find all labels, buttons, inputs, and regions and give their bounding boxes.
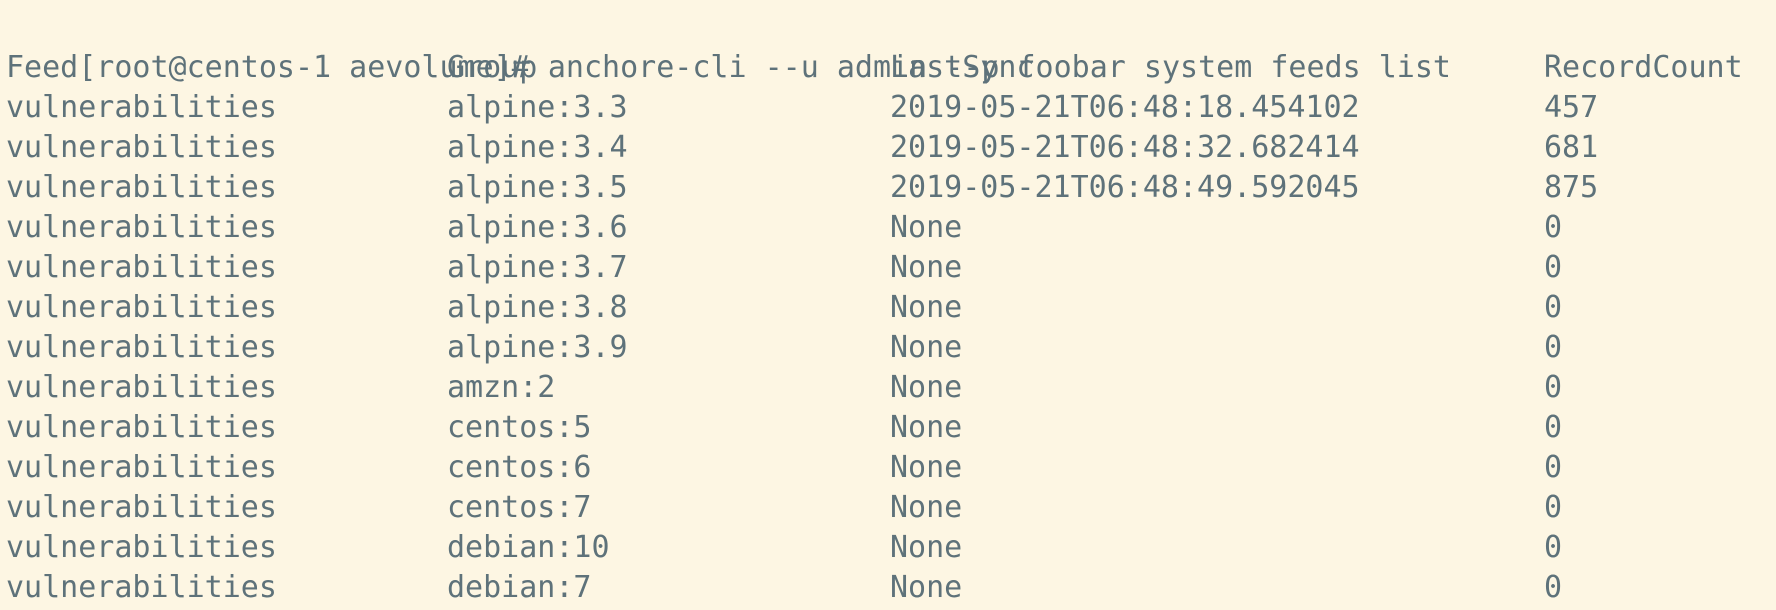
cell-recordcount: 0 xyxy=(1544,410,1563,445)
cell-group: centos:5 xyxy=(447,410,592,445)
table-row: vulnerabilities debian:10 None 0 xyxy=(6,528,1776,568)
cell-lastsync: None xyxy=(890,370,963,405)
table-row: vulnerabilities alpine:3.5 2019-05-21T06:4… xyxy=(6,168,1776,208)
table-row: vulnerabilities centos:6 None 0 xyxy=(6,448,1776,488)
header-feed: Feed xyxy=(6,50,79,85)
cell-lastsync: 2019-05-21T06:48:18.454102 xyxy=(890,90,1360,125)
table-row: vulnerabilities centos:5 None 0 xyxy=(6,408,1776,448)
table-row: vulnerabilities alpine:3.4 2019-05-21T06:4… xyxy=(6,128,1776,168)
table-row: vulnerabilities alpine:3.6 None 0 xyxy=(6,208,1776,248)
cell-feed: vulnerabilities xyxy=(6,570,277,605)
cell-group: centos:6 xyxy=(447,450,592,485)
cell-feed: vulnerabilities xyxy=(6,170,277,205)
cell-feed: vulnerabilities xyxy=(6,290,277,325)
table-body: vulnerabilities alpine:3.3 2019-05-21T06:4… xyxy=(6,88,1776,608)
header-lastsync: LastSync xyxy=(890,50,1035,85)
cell-feed: vulnerabilities xyxy=(6,90,277,125)
cell-lastsync: None xyxy=(890,490,963,525)
cell-feed: vulnerabilities xyxy=(6,210,277,245)
cell-lastsync: None xyxy=(890,210,963,245)
command-line: [root@centos-1 aevolume]# anchore-cli --… xyxy=(6,8,1776,85)
cell-feed: vulnerabilities xyxy=(6,330,277,365)
cell-group: debian:7 xyxy=(447,570,592,605)
table-row: vulnerabilities alpine:3.8 None 0 xyxy=(6,288,1776,328)
cell-lastsync: None xyxy=(890,530,963,565)
cell-group: amzn:2 xyxy=(447,370,556,405)
cell-group: debian:10 xyxy=(447,530,610,565)
cell-lastsync: 2019-05-21T06:48:32.682414 xyxy=(890,130,1360,165)
cell-lastsync: None xyxy=(890,330,963,365)
table-row: vulnerabilities alpine:3.9 None 0 xyxy=(6,328,1776,368)
cell-lastsync: None xyxy=(890,250,963,285)
cell-group: alpine:3.6 xyxy=(447,210,628,245)
cell-feed: vulnerabilities xyxy=(6,250,277,285)
cell-recordcount: 0 xyxy=(1544,290,1563,325)
header-group: Group xyxy=(447,50,538,85)
terminal-window[interactable]: [root@centos-1 aevolume]# anchore-cli --… xyxy=(0,0,1776,610)
header-recordcount: RecordCount xyxy=(1544,50,1743,85)
table-row: vulnerabilities debian:7 None 0 xyxy=(6,568,1776,608)
cell-recordcount: 0 xyxy=(1544,330,1563,365)
cell-lastsync: None xyxy=(890,450,963,485)
cell-feed: vulnerabilities xyxy=(6,450,277,485)
table-row: vulnerabilities centos:7 None 0 xyxy=(6,488,1776,528)
cell-recordcount: 457 xyxy=(1544,90,1599,125)
cell-recordcount: 0 xyxy=(1544,370,1563,405)
cell-group: alpine:3.7 xyxy=(447,250,628,285)
cell-feed: vulnerabilities xyxy=(6,490,277,525)
cell-recordcount: 0 xyxy=(1544,490,1563,525)
cell-recordcount: 0 xyxy=(1544,210,1563,245)
cell-recordcount: 0 xyxy=(1544,450,1563,485)
cell-feed: vulnerabilities xyxy=(6,370,277,405)
table-header-row: Feed Group LastSync RecordCount xyxy=(6,48,1776,88)
cell-lastsync: None xyxy=(890,570,963,605)
cell-group: alpine:3.8 xyxy=(447,290,628,325)
cell-lastsync: None xyxy=(890,290,963,325)
cell-group: alpine:3.4 xyxy=(447,130,628,165)
cell-recordcount: 875 xyxy=(1544,170,1599,205)
cell-recordcount: 0 xyxy=(1544,250,1563,285)
cell-feed: vulnerabilities xyxy=(6,410,277,445)
cell-recordcount: 0 xyxy=(1544,530,1563,565)
table-row: vulnerabilities amzn:2 None 0 xyxy=(6,368,1776,408)
cell-lastsync: 2019-05-21T06:48:49.592045 xyxy=(890,170,1360,205)
cell-group: alpine:3.5 xyxy=(447,170,628,205)
cell-recordcount: 681 xyxy=(1544,130,1599,165)
table-row: vulnerabilities alpine:3.3 2019-05-21T06:4… xyxy=(6,88,1776,128)
cell-feed: vulnerabilities xyxy=(6,530,277,565)
cell-lastsync: None xyxy=(890,410,963,445)
table-row: vulnerabilities alpine:3.7 None 0 xyxy=(6,248,1776,288)
cell-group: alpine:3.9 xyxy=(447,330,628,365)
cell-group: centos:7 xyxy=(447,490,592,525)
cell-group: alpine:3.3 xyxy=(447,90,628,125)
cell-recordcount: 0 xyxy=(1544,570,1563,605)
cell-feed: vulnerabilities xyxy=(6,130,277,165)
